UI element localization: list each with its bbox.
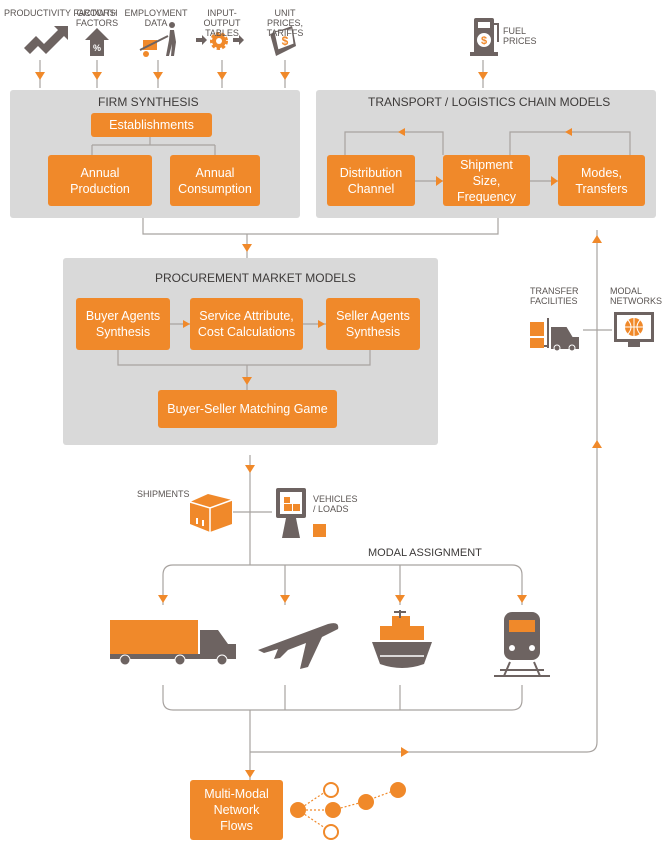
- modes-transfers-box: Modes, Transfers: [558, 155, 645, 206]
- modal-assignment-label: MODAL ASSIGNMENT: [368, 547, 482, 559]
- shipment-box-icon: [189, 494, 233, 532]
- annual-consumption-box: Annual Consumption: [170, 155, 260, 206]
- procurement-title: PROCUREMENT MARKET MODELS: [155, 271, 356, 285]
- airplane-icon: [258, 623, 339, 669]
- service-attribute-box: Service Attribute, Cost Calculations: [190, 298, 303, 350]
- forklift-icon: [530, 318, 579, 352]
- firm-synthesis-title: FIRM SYNTHESIS: [98, 95, 199, 109]
- vehicles-loads-label: VEHICLES / LOADS: [313, 494, 358, 514]
- distribution-channel-box: Distribution Channel: [327, 155, 415, 206]
- input-output-tables-label: INPUT-OUTPUT TABLES: [203, 8, 241, 38]
- svg-text:%: %: [93, 43, 101, 53]
- trend-arrow-icon: [24, 26, 68, 54]
- fuel-prices-label: FUEL PRICES: [503, 26, 537, 46]
- seller-agents-box: Seller Agents Synthesis: [326, 298, 420, 350]
- productivity-factors-label: PRODUCTIVITY FACTORS: [4, 8, 116, 18]
- truck-icon: [110, 620, 236, 666]
- shipment-size-box: Shipment Size, Frequency: [443, 155, 530, 206]
- network-graph-icon: [290, 782, 406, 840]
- modal-networks-label: MODAL NETWORKS: [610, 286, 663, 306]
- shipments-label: SHIPMENTS: [137, 489, 190, 499]
- buyer-agents-box: Buyer Agents Synthesis: [76, 298, 170, 350]
- unit-prices-label: UNIT PRICES, TARIFFS: [266, 8, 304, 38]
- freight-model-diagram: % $ $ PRODUCTIVITY FACTORS GROWTH FACTOR…: [0, 0, 670, 854]
- establishments-box: Establishments: [91, 113, 212, 137]
- annual-production-box: Annual Production: [48, 155, 152, 206]
- ship-icon: [372, 610, 432, 668]
- matching-game-box: Buyer-Seller Matching Game: [158, 390, 337, 428]
- train-icon: [494, 612, 550, 677]
- svg-text:$: $: [481, 35, 487, 47]
- employment-data-label: EMPLOYMENT DATA: [124, 8, 188, 28]
- network-monitor-icon: [614, 312, 654, 347]
- fuel-pump-icon: $: [470, 18, 499, 56]
- transfer-facilities-label: TRANSFER FACILITIES: [530, 286, 579, 306]
- growth-factors-label: GROWTH FACTORS: [75, 8, 119, 28]
- network-flows-box: Multi-Modal Network Flows: [190, 780, 283, 840]
- percent-arrow-icon: %: [85, 28, 109, 56]
- transport-title: TRANSPORT / LOGISTICS CHAIN MODELS: [368, 95, 611, 109]
